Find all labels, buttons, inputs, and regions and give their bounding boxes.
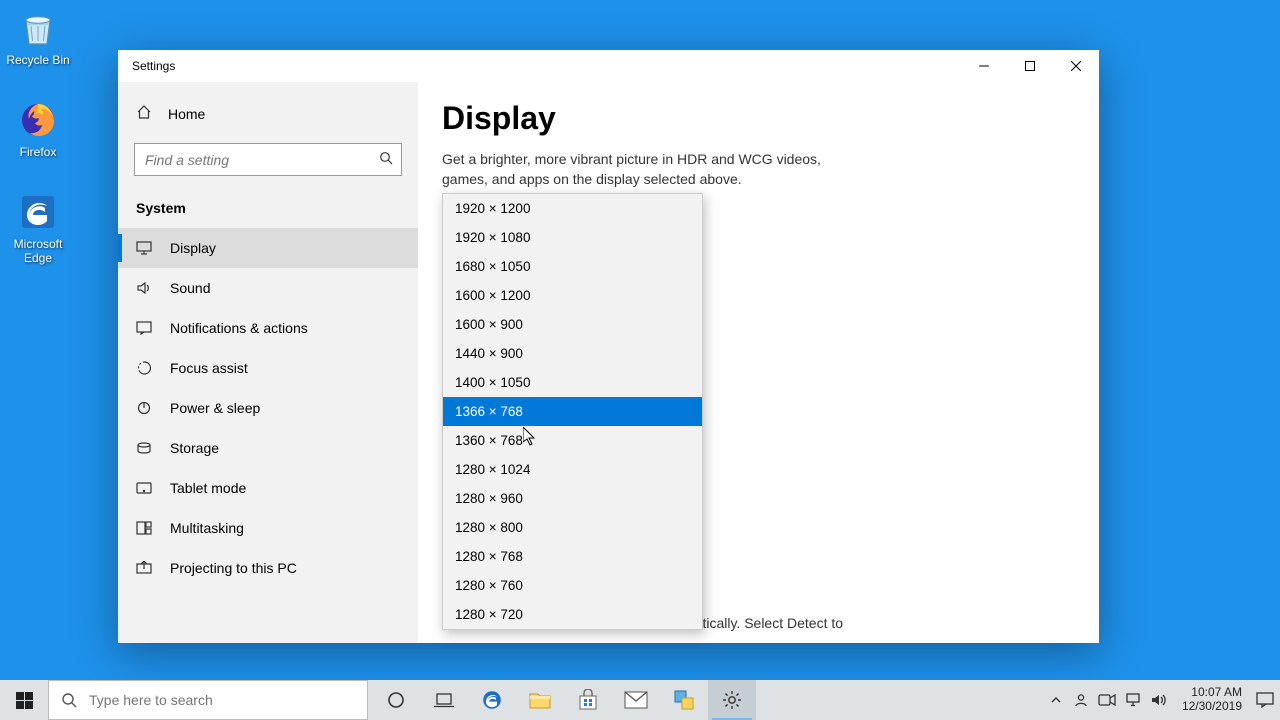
task-view-button[interactable] [420, 680, 468, 720]
taskbar-search-input[interactable] [89, 692, 367, 708]
hdr-description: Get a brighter, more vibrant picture in … [442, 149, 862, 190]
nav-icon [136, 280, 152, 296]
settings-search-input[interactable] [145, 152, 379, 168]
desktop-icon-label: Recycle Bin [0, 53, 76, 67]
action-center-button[interactable] [1256, 692, 1274, 708]
nav-label: Notifications & actions [170, 320, 308, 336]
edge-icon [16, 190, 60, 234]
resolution-option[interactable]: 1280 × 768 [443, 542, 702, 571]
resolution-option[interactable]: 1400 × 1050 [443, 368, 702, 397]
nav-label: Storage [170, 440, 219, 456]
settings-search-box[interactable] [134, 143, 402, 176]
resolution-option[interactable]: 1600 × 1200 [443, 281, 702, 310]
resolution-option[interactable]: 1440 × 900 [443, 339, 702, 368]
network-icon[interactable] [1124, 693, 1142, 707]
resolution-option[interactable]: 1280 × 960 [443, 484, 702, 513]
windows-logo-icon [16, 692, 33, 709]
nav-icon [136, 320, 152, 336]
nav-icon [136, 400, 152, 416]
system-tray: 10:07 AM 12/30/2019 [1038, 680, 1280, 720]
resolution-dropdown[interactable]: 1920 × 12001920 × 10801680 × 10501600 × … [442, 193, 703, 630]
nav-item-tablet-mode[interactable]: Tablet mode [118, 468, 418, 508]
nav-icon [136, 480, 152, 496]
tray-overflow-button[interactable] [1048, 695, 1064, 705]
start-button[interactable] [0, 680, 48, 720]
resolution-option[interactable]: 1680 × 1050 [443, 252, 702, 281]
nav-item-notifications-actions[interactable]: Notifications & actions [118, 308, 418, 348]
taskbar: 10:07 AM 12/30/2019 [0, 680, 1280, 720]
page-title: Display [442, 100, 1075, 137]
desktop-icon-label: Firefox [0, 145, 76, 159]
resolution-option[interactable]: 1280 × 760 [443, 571, 702, 600]
nav-label: Tablet mode [170, 480, 246, 496]
resolution-option[interactable]: 1600 × 900 [443, 310, 702, 339]
nav-label: Display [170, 240, 216, 256]
desktop-icon-firefox[interactable]: Firefox [0, 98, 76, 159]
home-label: Home [168, 106, 205, 122]
cortana-button[interactable] [372, 680, 420, 720]
resolution-option[interactable]: 1360 × 768 [443, 426, 702, 455]
nav-item-storage[interactable]: Storage [118, 428, 418, 468]
nav-label: Sound [170, 280, 210, 296]
taskbar-app-mail[interactable] [612, 680, 660, 720]
nav-item-projecting-to-this-pc[interactable]: Projecting to this PC [118, 548, 418, 588]
nav-item-focus-assist[interactable]: Focus assist [118, 348, 418, 388]
maximize-button[interactable] [1007, 50, 1053, 82]
nav-item-multitasking[interactable]: Multitasking [118, 508, 418, 548]
home-button[interactable]: Home [118, 92, 418, 135]
resolution-option[interactable]: 1280 × 800 [443, 513, 702, 542]
desktop-icon-edge[interactable]: Microsoft Edge [0, 190, 76, 265]
taskbar-app-edge[interactable] [468, 680, 516, 720]
window-title: Settings [132, 59, 175, 73]
resolution-option[interactable]: 1280 × 720 [443, 600, 702, 629]
sidebar: Home System Display Sound Notifications & … [118, 82, 418, 643]
nav-icon [136, 240, 152, 256]
category-header: System [118, 190, 418, 228]
obscured-text: matically. Select Detect to [683, 615, 843, 631]
nav-item-power-sleep[interactable]: Power & sleep [118, 388, 418, 428]
titlebar[interactable]: Settings [118, 50, 1099, 82]
home-icon [136, 104, 152, 123]
nav-item-display[interactable]: Display [118, 228, 418, 268]
taskbar-app-settings[interactable] [708, 680, 756, 720]
nav-label: Power & sleep [170, 400, 260, 416]
resolution-option[interactable]: 1280 × 1024 [443, 455, 702, 484]
clock-time: 10:07 AM [1182, 686, 1242, 700]
clock-date: 12/30/2019 [1182, 700, 1242, 714]
nav-label: Focus assist [170, 360, 248, 376]
resolution-option[interactable]: 1920 × 1080 [443, 223, 702, 252]
nav-icon [136, 440, 152, 456]
taskbar-search-box[interactable] [48, 680, 368, 720]
minimize-button[interactable] [961, 50, 1007, 82]
taskbar-app-generic[interactable] [660, 680, 708, 720]
nav-label: Multitasking [170, 520, 244, 536]
nav-icon [136, 520, 152, 536]
resolution-option[interactable]: 1366 × 768 [443, 397, 702, 426]
meet-now-icon[interactable] [1098, 693, 1116, 707]
resolution-option[interactable]: 1920 × 1200 [443, 194, 702, 223]
nav-label: Projecting to this PC [170, 560, 297, 576]
search-icon [49, 692, 89, 708]
firefox-icon [16, 98, 60, 142]
volume-icon[interactable] [1150, 693, 1168, 707]
nav-icon [136, 360, 152, 376]
desktop-icon-label: Microsoft Edge [0, 237, 76, 265]
people-icon[interactable] [1072, 692, 1090, 708]
taskbar-clock[interactable]: 10:07 AM 12/30/2019 [1176, 686, 1248, 714]
nav-icon [136, 560, 152, 576]
close-button[interactable] [1053, 50, 1099, 82]
taskbar-app-explorer[interactable] [516, 680, 564, 720]
recycle-bin-icon [16, 6, 60, 50]
nav-item-sound[interactable]: Sound [118, 268, 418, 308]
search-icon [379, 151, 393, 168]
taskbar-app-store[interactable] [564, 680, 612, 720]
desktop-icon-recycle-bin[interactable]: Recycle Bin [0, 6, 76, 67]
